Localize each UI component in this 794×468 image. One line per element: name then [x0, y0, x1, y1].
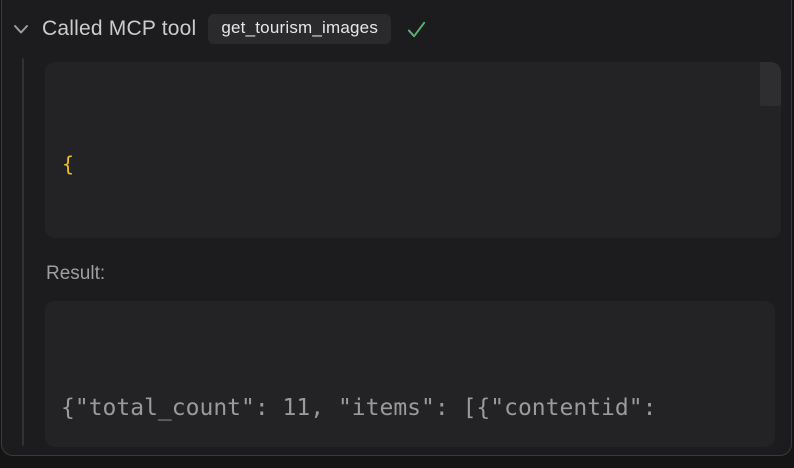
tool-result-text: {"total_count": 11, "items": [{"contenti…: [45, 301, 775, 447]
scrollbar-thumb[interactable]: [760, 62, 781, 106]
mcp-tool-call-panel: Called MCP tool get_tourism_images { "la…: [0, 0, 794, 468]
json-line: {: [62, 147, 763, 182]
result-line: {"total_count": 11, "items": [{"contenti…: [61, 390, 761, 427]
result-label: Result:: [46, 263, 105, 285]
tool-call-header[interactable]: Called MCP tool get_tourism_images: [10, 11, 774, 47]
tool-input-json: { "language": "en", "content_id": "26433…: [45, 62, 781, 238]
tool-name-badge: get_tourism_images: [208, 14, 391, 44]
tool-call-title: Called MCP tool: [42, 17, 196, 41]
collapse-thread-line: [22, 58, 24, 446]
json-open-brace: {: [62, 152, 74, 176]
tool-input-code-block[interactable]: { "language": "en", "content_id": "26433…: [45, 62, 781, 238]
success-checkmark-icon: [405, 18, 428, 41]
chevron-down-icon[interactable]: [12, 20, 30, 38]
tool-result-code-block[interactable]: {"total_count": 11, "items": [{"contenti…: [45, 301, 775, 447]
